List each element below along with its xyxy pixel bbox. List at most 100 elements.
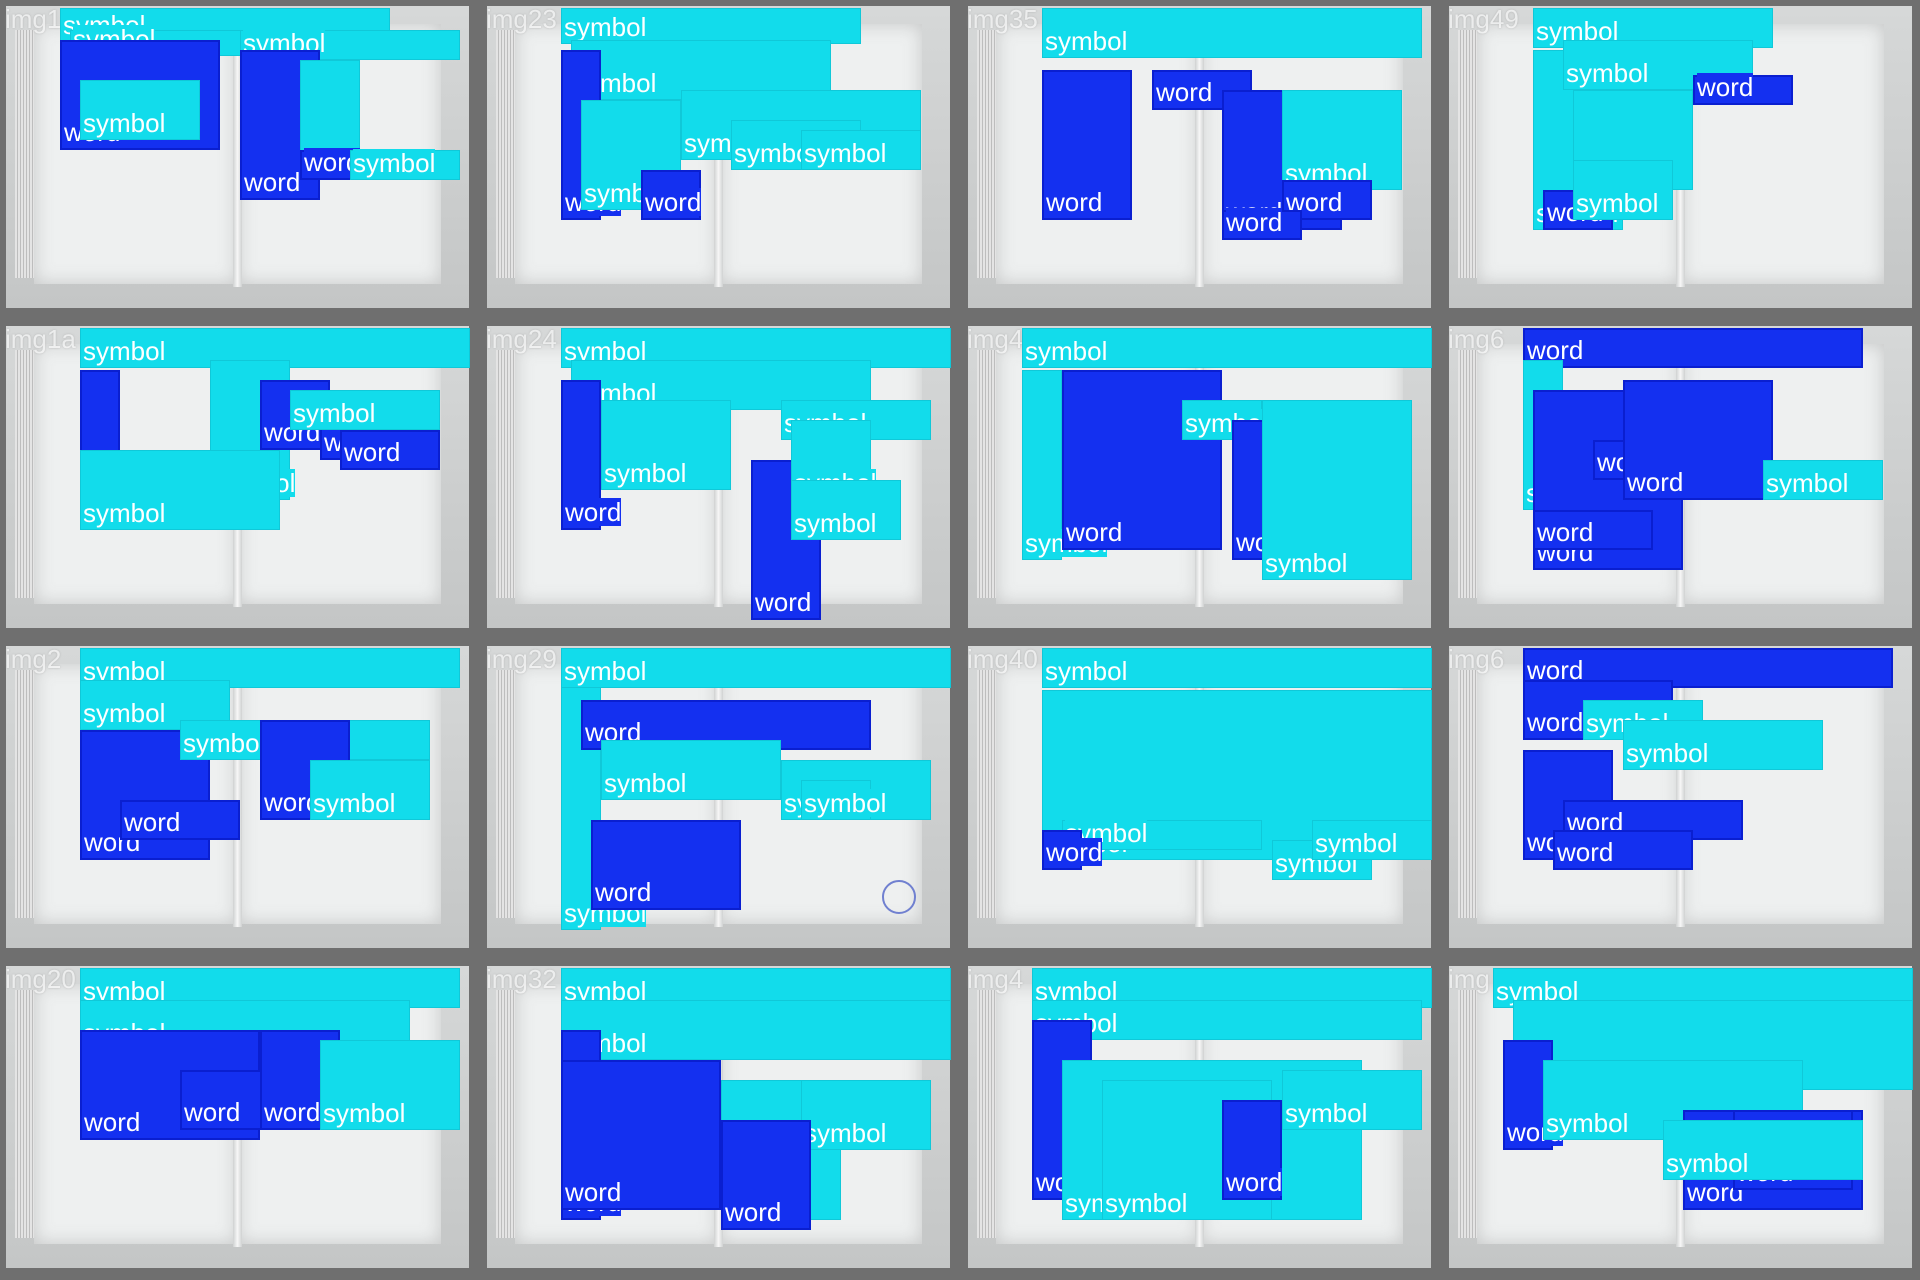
class-label: symbol — [83, 698, 166, 728]
symbol-detection-box: symbol — [320, 1040, 460, 1130]
symbol-detection-box: symbol — [1282, 1070, 1422, 1130]
page-edges — [1458, 350, 1477, 598]
page-edges — [15, 670, 34, 918]
class-label: symbol — [323, 1098, 406, 1128]
class-label: word — [565, 497, 622, 527]
symbol-detection-box: symbol — [1042, 648, 1432, 688]
symbol-detection-box: symbol — [801, 1080, 931, 1150]
class-label: word — [1046, 187, 1103, 217]
class-label: symbol — [83, 108, 166, 138]
tile-label: img1a — [5, 324, 76, 354]
tile-label: img6 — [1448, 644, 1505, 674]
image-tile: img6wordwordsymbolwordsymbolwordword — [1443, 640, 1918, 954]
tile-label: img32 — [486, 964, 557, 994]
symbol-detection-box: symbol — [350, 148, 460, 180]
class-label: symbol — [1025, 336, 1108, 366]
page-edges — [15, 350, 34, 598]
tile-label: img23 — [486, 4, 557, 34]
page-edges — [1458, 670, 1477, 918]
symbol-detection-box: symbol — [1623, 720, 1823, 770]
word-detection-box: word — [1042, 70, 1132, 220]
class-label: symbol — [293, 398, 376, 428]
image-tile: img6wordsymbolwordwordwordwordsymbol — [1443, 320, 1918, 634]
class-label: word — [1557, 837, 1614, 867]
page-edges — [15, 990, 34, 1238]
tile-label: img — [1448, 964, 1490, 994]
class-label: symbol — [804, 1118, 887, 1148]
tile-label: img49 — [1448, 4, 1519, 34]
class-label: symbol — [1576, 188, 1659, 218]
class-label: word — [1527, 707, 1584, 737]
class-label: word — [725, 1197, 782, 1227]
word-detection-box: word — [340, 430, 440, 470]
image-tile: img40symbolsymbolwordsymbolwordsymbol — [962, 320, 1437, 634]
word-detection-box: word — [120, 800, 240, 840]
symbol-detection-box: symbol — [290, 390, 440, 430]
image-tile: img2 symbol symbol word symbol word symbol word — [0, 640, 475, 954]
image-tile: imgsymbolsymbolwordsymbolwordwordsymbol — [1443, 960, 1918, 1274]
tile-label: img2 — [5, 644, 62, 674]
page-edges — [15, 30, 34, 278]
book-scan-image — [1449, 646, 1912, 948]
image-tile: img24symbolsymbolwordsymbolsymbolwordsym… — [481, 320, 956, 634]
symbol-detection-box: symbol — [1042, 8, 1422, 58]
image-tile: img32symbolsymbolwordwordsymbolsymbolwor… — [481, 960, 956, 1274]
symbol-detection-box: symbol — [1663, 1120, 1863, 1180]
word-detection-box: word — [1523, 328, 1863, 368]
word-detection-box: word — [561, 380, 622, 530]
class-label: word — [565, 1177, 622, 1207]
word-detection-box: word — [1533, 510, 1653, 550]
class-label: symbol — [353, 148, 436, 178]
class-label: word — [755, 587, 812, 617]
page-edges — [1458, 30, 1477, 278]
class-label: word — [645, 187, 702, 217]
word-detection-box: word — [1222, 207, 1302, 240]
class-label: symbol — [1546, 1108, 1629, 1138]
class-label: symbol — [564, 656, 647, 686]
word-detection-box: word — [591, 820, 741, 910]
class-label: symbol — [1766, 468, 1849, 498]
page-edges — [496, 990, 515, 1238]
symbol-detection-box: symbol — [80, 80, 200, 140]
class-label: word — [1537, 517, 1594, 547]
class-label: symbol — [1315, 828, 1398, 858]
tile-label: img35 — [967, 4, 1038, 34]
class-label: word — [1066, 517, 1123, 547]
class-label: symbol — [83, 498, 166, 528]
class-label: symbol — [604, 768, 687, 798]
class-label: symbol — [804, 788, 887, 818]
class-label: word — [595, 877, 652, 907]
word-detection-box: word — [561, 1060, 721, 1210]
image-tile: img23symbolsymbolwordsymbolsymbolsymbolw… — [481, 0, 956, 314]
page-edges — [977, 990, 996, 1238]
symbol-detection-box: symbol — [801, 130, 921, 170]
class-label: word — [184, 1097, 241, 1127]
symbol-detection-box: symbol — [791, 480, 901, 540]
tile-label: img29 — [486, 644, 557, 674]
symbol-detection-box: symbol — [80, 450, 280, 530]
symbol-detection-box: symbol — [1262, 400, 1412, 580]
page-edges — [977, 350, 996, 598]
tile-label: img1 — [5, 4, 62, 34]
right-page — [1680, 664, 1885, 924]
word-detection-box: word — [1062, 370, 1222, 550]
class-label: symbol — [1626, 738, 1709, 768]
class-label: word — [124, 807, 181, 837]
class-label: symbol — [1045, 656, 1128, 686]
class-label: word — [1226, 207, 1283, 237]
class-label: symbol — [1666, 1148, 1749, 1178]
image-tile: img4symbolsymbolwordsymbolsymbolsymbolwo… — [962, 960, 1437, 1274]
class-label: symbol — [313, 788, 396, 818]
class-label: symbol — [1045, 26, 1128, 56]
symbol-detection-box: symbol — [561, 1000, 951, 1060]
symbol-detection-box: symbol — [1573, 160, 1673, 220]
class-label: symbol — [1566, 58, 1649, 88]
class-label: word — [1627, 467, 1684, 497]
symbol-detection-box: symbol — [801, 780, 887, 820]
word-detection-box: word — [1693, 73, 1793, 105]
word-detection-box: word — [1623, 380, 1773, 500]
book-spine — [232, 661, 243, 927]
symbol-detection-box: symbol — [601, 400, 731, 490]
symbol-detection-box: symbol — [561, 648, 951, 688]
image-tile: img35symbolwordwordwordsymbolwordword — [962, 0, 1437, 314]
